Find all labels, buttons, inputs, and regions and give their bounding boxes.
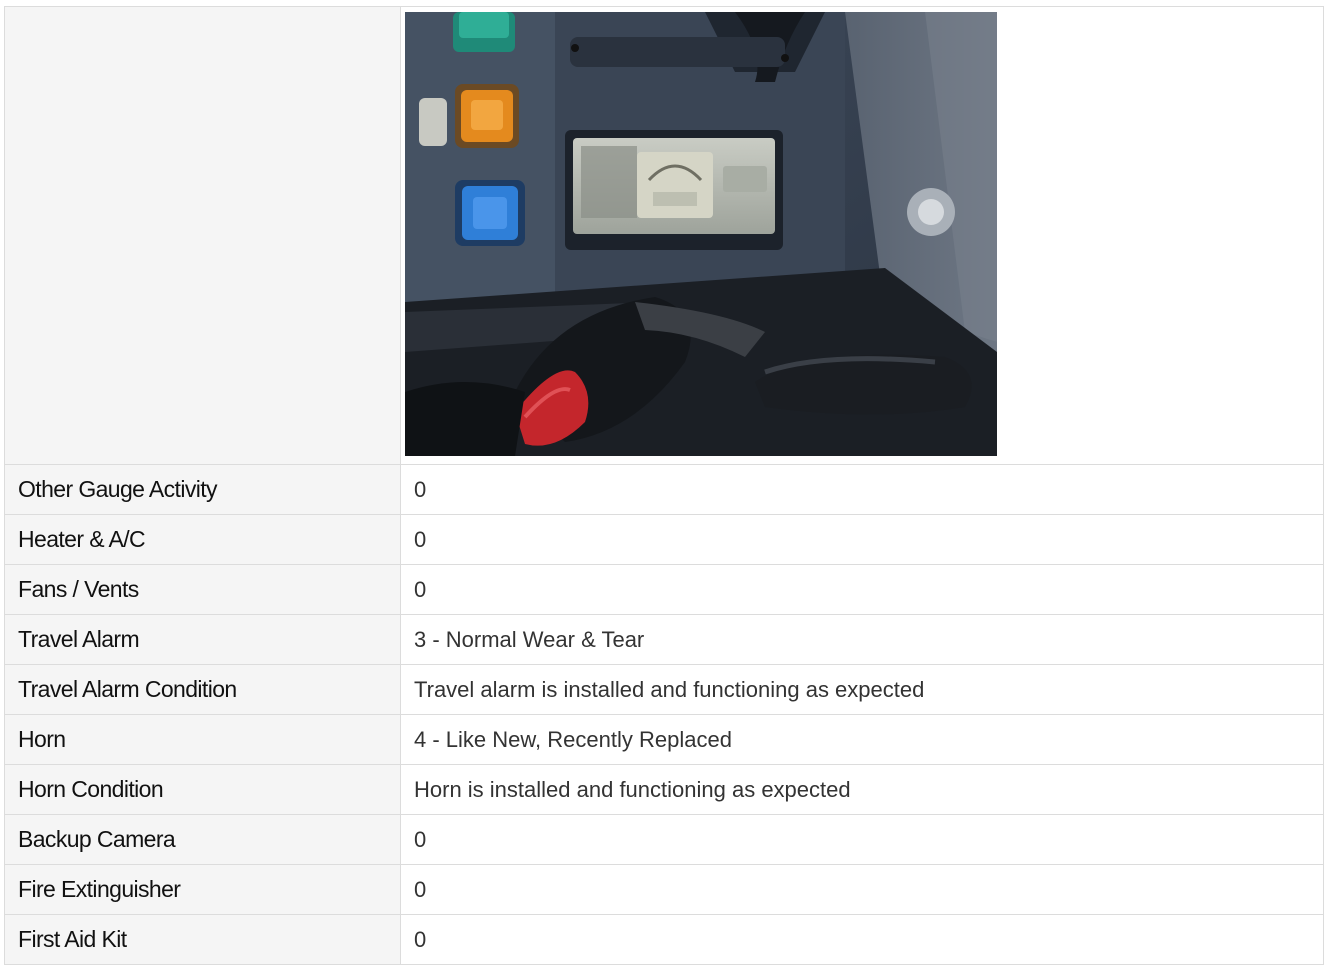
table-row: Travel Alarm Condition Travel alarm is i… xyxy=(4,664,1324,715)
row-value: 0 xyxy=(400,864,1324,915)
table-row: Backup Camera 0 xyxy=(4,814,1324,865)
table-row: Heater & A/C 0 xyxy=(4,514,1324,565)
table-row: Horn 4 - Like New, Recently Replaced xyxy=(4,714,1324,765)
table-row: First Aid Kit 0 xyxy=(4,914,1324,965)
row-value: 0 xyxy=(400,814,1324,865)
photo-row xyxy=(4,6,1324,465)
table-row: Travel Alarm 3 - Normal Wear & Tear xyxy=(4,614,1324,665)
row-label: Other Gauge Activity xyxy=(4,464,401,515)
table-row: Fans / Vents 0 xyxy=(4,564,1324,615)
row-label: Fire Extinguisher xyxy=(4,864,401,915)
row-label: Travel Alarm xyxy=(4,614,401,665)
inspection-table: Other Gauge Activity 0 Heater & A/C 0 Fa… xyxy=(4,6,1324,965)
row-value: 0 xyxy=(400,914,1324,965)
row-label: Fans / Vents xyxy=(4,564,401,615)
row-value: 0 xyxy=(400,564,1324,615)
dashboard-photo-image[interactable] xyxy=(405,12,997,456)
row-value: Travel alarm is installed and functionin… xyxy=(400,664,1324,715)
row-label: Heater & A/C xyxy=(4,514,401,565)
table-row: Horn Condition Horn is installed and fun… xyxy=(4,764,1324,815)
row-value: 0 xyxy=(400,464,1324,515)
row-label: Horn xyxy=(4,714,401,765)
photo-cell xyxy=(400,6,1324,465)
row-value: 3 - Normal Wear & Tear xyxy=(400,614,1324,665)
row-value: 4 - Like New, Recently Replaced xyxy=(400,714,1324,765)
row-label: First Aid Kit xyxy=(4,914,401,965)
table-row: Other Gauge Activity 0 xyxy=(4,464,1324,515)
row-label: Horn Condition xyxy=(4,764,401,815)
table-row: Fire Extinguisher 0 xyxy=(4,864,1324,915)
row-label: Backup Camera xyxy=(4,814,401,865)
photo-label-cell xyxy=(4,6,401,465)
row-value: Horn is installed and functioning as exp… xyxy=(400,764,1324,815)
row-label: Travel Alarm Condition xyxy=(4,664,401,715)
row-value: 0 xyxy=(400,514,1324,565)
